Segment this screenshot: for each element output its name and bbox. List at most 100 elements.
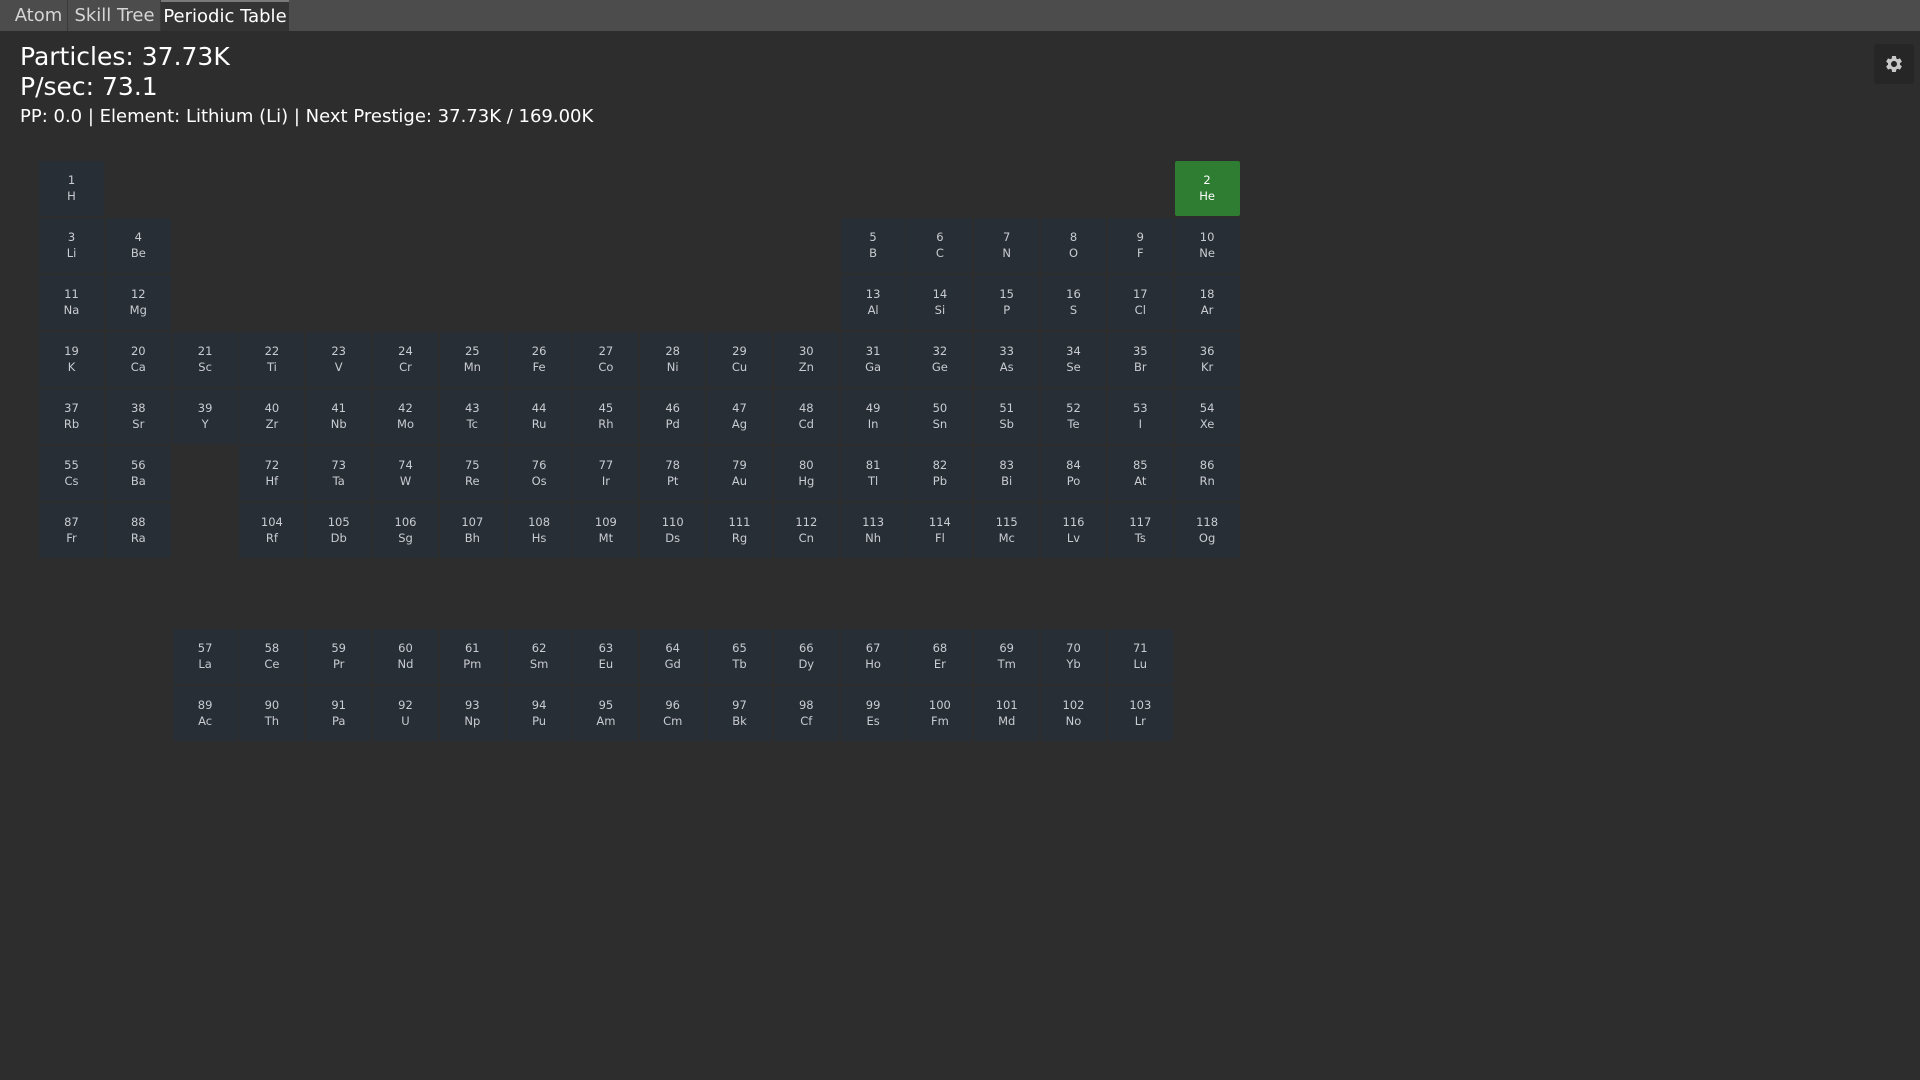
element-cell-tm[interactable]: 69 Tm: [974, 629, 1040, 684]
element-cell-ca[interactable]: 20 Ca: [105, 332, 171, 387]
element-cell-sc[interactable]: 21 Sc: [172, 332, 238, 387]
element-cell-mc[interactable]: 115 Mc: [974, 503, 1040, 558]
element-cell-co[interactable]: 27 Co: [573, 332, 639, 387]
element-cell-ba[interactable]: 56 Ba: [105, 446, 171, 501]
element-cell-sg[interactable]: 106 Sg: [373, 503, 438, 558]
element-cell-dy[interactable]: 66 Dy: [773, 629, 839, 684]
element-cell-in[interactable]: 49 In: [840, 389, 906, 444]
element-cell-tl[interactable]: 81 Tl: [840, 446, 906, 501]
element-cell-lr[interactable]: 103 Lr: [1107, 686, 1173, 741]
element-cell-i[interactable]: 53 I: [1107, 389, 1173, 444]
tab-atom[interactable]: Atom: [10, 0, 68, 31]
element-cell-y[interactable]: 39 Y: [172, 389, 238, 444]
element-cell-cn[interactable]: 112 Cn: [773, 503, 839, 558]
element-cell-bh[interactable]: 107 Bh: [439, 503, 505, 558]
element-cell-cr[interactable]: 24 Cr: [373, 332, 438, 387]
element-cell-ne[interactable]: 10 Ne: [1174, 218, 1240, 273]
element-cell-cf[interactable]: 98 Cf: [773, 686, 839, 741]
element-cell-o[interactable]: 8O: [1041, 218, 1106, 273]
element-cell-nd[interactable]: 60 Nd: [373, 629, 438, 684]
element-cell-f[interactable]: 9F: [1107, 218, 1173, 273]
element-cell-as[interactable]: 33 As: [974, 332, 1040, 387]
element-cell-sr[interactable]: 38 Sr: [105, 389, 171, 444]
element-cell-lu[interactable]: 71 Lu: [1107, 629, 1173, 684]
element-cell-no[interactable]: 102 No: [1041, 686, 1106, 741]
element-cell-rg[interactable]: 111 Rg: [707, 503, 772, 558]
element-cell-hs[interactable]: 108 Hs: [506, 503, 572, 558]
element-cell-yb[interactable]: 70 Yb: [1041, 629, 1106, 684]
element-cell-ho[interactable]: 67 Ho: [840, 629, 906, 684]
element-cell-he[interactable]: 2 He: [1174, 161, 1240, 216]
element-cell-sb[interactable]: 51 Sb: [974, 389, 1040, 444]
tab-periodic-table[interactable]: Periodic Table: [161, 0, 289, 31]
element-cell-kr[interactable]: 36 Kr: [1174, 332, 1240, 387]
element-cell-tb[interactable]: 65 Tb: [707, 629, 772, 684]
tab-skill-tree[interactable]: Skill Tree: [69, 0, 161, 31]
element-cell-gd[interactable]: 64 Gd: [640, 629, 706, 684]
element-cell-ru[interactable]: 44 Ru: [506, 389, 572, 444]
element-cell-nb[interactable]: 41 Nb: [306, 389, 372, 444]
element-cell-se[interactable]: 34 Se: [1041, 332, 1106, 387]
element-cell-ga[interactable]: 31 Ga: [840, 332, 906, 387]
element-cell-lv[interactable]: 116 Lv: [1041, 503, 1106, 558]
element-cell-pd[interactable]: 46 Pd: [640, 389, 706, 444]
element-cell-ag[interactable]: 47 Ag: [707, 389, 772, 444]
element-cell-rf[interactable]: 104 Rf: [239, 503, 305, 558]
element-cell-k[interactable]: 19 K: [39, 332, 104, 387]
element-cell-db[interactable]: 105 Db: [306, 503, 372, 558]
element-cell-h[interactable]: 1H: [39, 161, 104, 216]
settings-button[interactable]: [1874, 44, 1914, 84]
element-cell-am[interactable]: 95 Am: [573, 686, 639, 741]
element-cell-n[interactable]: 7N: [974, 218, 1040, 273]
element-cell-ta[interactable]: 73 Ta: [306, 446, 372, 501]
element-cell-li[interactable]: 3 Li: [39, 218, 104, 273]
element-cell-pt[interactable]: 78 Pt: [640, 446, 706, 501]
element-cell-p[interactable]: 15 P: [974, 275, 1040, 330]
element-cell-na[interactable]: 11 Na: [39, 275, 104, 330]
element-cell-nh[interactable]: 113 Nh: [840, 503, 906, 558]
element-cell-b[interactable]: 5B: [840, 218, 906, 273]
element-cell-hg[interactable]: 80 Hg: [773, 446, 839, 501]
element-cell-th[interactable]: 90 Th: [239, 686, 305, 741]
element-cell-mg[interactable]: 12 Mg: [105, 275, 171, 330]
element-cell-fe[interactable]: 26 Fe: [506, 332, 572, 387]
element-cell-te[interactable]: 52 Te: [1041, 389, 1106, 444]
element-cell-sm[interactable]: 62 Sm: [506, 629, 572, 684]
element-cell-og[interactable]: 118 Og: [1174, 503, 1240, 558]
element-cell-rh[interactable]: 45 Rh: [573, 389, 639, 444]
element-cell-rn[interactable]: 86 Rn: [1174, 446, 1240, 501]
element-cell-eu[interactable]: 63 Eu: [573, 629, 639, 684]
element-cell-br[interactable]: 35 Br: [1107, 332, 1173, 387]
element-cell-s[interactable]: 16 S: [1041, 275, 1106, 330]
element-cell-tc[interactable]: 43 Tc: [439, 389, 505, 444]
element-cell-at[interactable]: 85 At: [1107, 446, 1173, 501]
element-cell-zr[interactable]: 40 Zr: [239, 389, 305, 444]
element-cell-xe[interactable]: 54 Xe: [1174, 389, 1240, 444]
element-cell-ac[interactable]: 89 Ac: [172, 686, 238, 741]
element-cell-la[interactable]: 57 La: [172, 629, 238, 684]
element-cell-re[interactable]: 75 Re: [439, 446, 505, 501]
element-cell-ds[interactable]: 110 Ds: [640, 503, 706, 558]
element-cell-ce[interactable]: 58 Ce: [239, 629, 305, 684]
element-cell-c[interactable]: 6C: [907, 218, 973, 273]
element-cell-bi[interactable]: 83 Bi: [974, 446, 1040, 501]
element-cell-fr[interactable]: 87 Fr: [39, 503, 104, 558]
element-cell-mn[interactable]: 25 Mn: [439, 332, 505, 387]
element-cell-cl[interactable]: 17 Cl: [1107, 275, 1173, 330]
element-cell-ar[interactable]: 18 Ar: [1174, 275, 1240, 330]
element-cell-cs[interactable]: 55 Cs: [39, 446, 104, 501]
element-cell-sn[interactable]: 50 Sn: [907, 389, 973, 444]
element-cell-rb[interactable]: 37 Rb: [39, 389, 104, 444]
element-cell-pb[interactable]: 82 Pb: [907, 446, 973, 501]
element-cell-md[interactable]: 101 Md: [974, 686, 1040, 741]
element-cell-ra[interactable]: 88 Ra: [105, 503, 171, 558]
element-cell-po[interactable]: 84 Po: [1041, 446, 1106, 501]
element-cell-pu[interactable]: 94 Pu: [506, 686, 572, 741]
element-cell-bk[interactable]: 97 Bk: [707, 686, 772, 741]
element-cell-ge[interactable]: 32 Ge: [907, 332, 973, 387]
element-cell-si[interactable]: 14 Si: [907, 275, 973, 330]
element-cell-np[interactable]: 93 Np: [439, 686, 505, 741]
element-cell-ir[interactable]: 77 Ir: [573, 446, 639, 501]
element-cell-hf[interactable]: 72 Hf: [239, 446, 305, 501]
element-cell-cm[interactable]: 96 Cm: [640, 686, 706, 741]
